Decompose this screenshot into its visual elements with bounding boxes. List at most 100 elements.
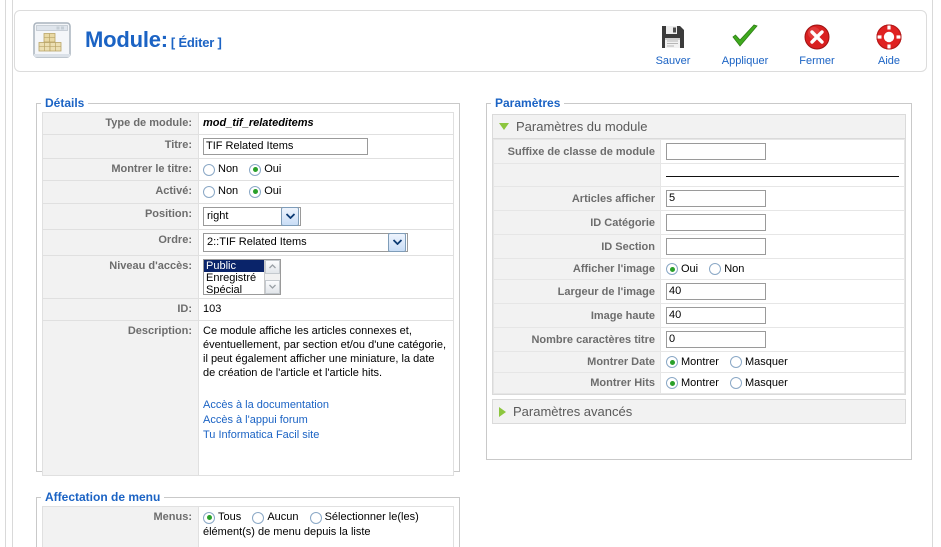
- section-id-input[interactable]: [666, 238, 766, 255]
- show-hits-label: Montrer Hits: [493, 372, 661, 394]
- save-button[interactable]: Sauver: [644, 17, 702, 67]
- articles-count-value: [660, 186, 905, 211]
- row-module-class-suffix: Suffixe de classe de module: [493, 139, 905, 164]
- show-hits-value: Montrer Masquer: [660, 372, 905, 394]
- row-access-level: Niveau d'accès: Public Enregistré Spécia…: [42, 254, 454, 299]
- access-level-scrollbar[interactable]: [264, 259, 280, 294]
- radio-circle-icon: [666, 263, 678, 276]
- row-separator: [493, 163, 905, 187]
- radio-circle-icon: [666, 377, 678, 390]
- menus-radio-aucun[interactable]: Aucun: [252, 510, 299, 525]
- description-label: Description:: [42, 319, 199, 476]
- page-title-subtitle: [ Éditer ]: [170, 35, 222, 50]
- access-option-special[interactable]: Spécial: [204, 284, 264, 294]
- show-hits-radio-montrer[interactable]: Montrer: [666, 377, 719, 390]
- apply-button-label: Appliquer: [721, 55, 769, 67]
- apply-button[interactable]: Appliquer: [716, 17, 774, 67]
- show-title-radio-oui[interactable]: Oui: [249, 162, 281, 177]
- section-id-label: ID Section: [493, 234, 661, 259]
- chevron-down-icon: [388, 232, 406, 252]
- image-height-input[interactable]: [666, 307, 766, 324]
- documentation-link[interactable]: Accès à la documentation: [203, 398, 449, 413]
- chevron-down-icon: [281, 206, 299, 226]
- row-image-width: Largeur de l'image: [493, 279, 905, 304]
- scroll-up-icon[interactable]: [265, 259, 280, 274]
- separator-label: [493, 163, 661, 187]
- title-input[interactable]: [203, 138, 368, 155]
- radio-circle-icon: [249, 163, 262, 176]
- show-hits-radio-masquer-label: Masquer: [744, 377, 788, 390]
- access-option-enregistre[interactable]: Enregistré: [204, 272, 264, 284]
- triangle-right-icon: [499, 406, 506, 417]
- show-image-radio-non-label: Non: [724, 263, 745, 276]
- horizontal-rule: [666, 176, 899, 177]
- id-value: 103: [198, 297, 454, 321]
- close-button-label: Fermer: [799, 55, 835, 67]
- enabled-radio-non[interactable]: Non: [203, 184, 238, 199]
- articles-count-input[interactable]: [666, 190, 766, 207]
- position-select[interactable]: right: [203, 206, 301, 226]
- module-parameters-pane: Paramètres du module Suffixe de classe d…: [492, 114, 906, 395]
- row-show-date: Montrer Date Montrer Masquer: [493, 351, 905, 373]
- image-width-input[interactable]: [666, 283, 766, 300]
- menu-assignment-panel: Affectation de menu Menus: Tous Aucun Sé…: [36, 490, 460, 547]
- triangle-down-icon: [499, 123, 509, 130]
- show-hits-radio-montrer-label: Montrer: [681, 377, 719, 390]
- title-char-count-input[interactable]: [666, 331, 766, 348]
- radio-circle-icon: [203, 185, 215, 198]
- row-module-type: Type de module: mod_tif_relateditems: [42, 112, 454, 135]
- lifebuoy-icon: [860, 21, 918, 53]
- access-option-public[interactable]: Public: [204, 259, 264, 272]
- separator-value: [660, 163, 905, 187]
- show-date-radio-masquer[interactable]: Masquer: [729, 356, 788, 369]
- show-image-radio-oui[interactable]: Oui: [666, 263, 698, 276]
- access-level-value: Public Enregistré Spécial: [198, 254, 454, 299]
- advanced-parameters-header[interactable]: Paramètres avancés: [493, 400, 905, 423]
- description-text: Ce module affiche les articles connexes …: [203, 324, 447, 379]
- title-value: [198, 134, 454, 159]
- module-class-suffix-value: [660, 139, 905, 164]
- radio-circle-icon: [309, 511, 322, 524]
- enabled-value: Non Oui: [198, 180, 454, 204]
- show-title-radio-non-label: Non: [218, 163, 239, 175]
- details-table: Type de module: mod_tif_relateditems Tit…: [42, 112, 454, 476]
- menus-radio-selectionner[interactable]: Sélectionner le(les): [309, 510, 419, 525]
- help-button[interactable]: Aide: [860, 17, 918, 67]
- enabled-radio-oui[interactable]: Oui: [249, 184, 281, 199]
- title-label: Titre:: [42, 134, 199, 159]
- category-id-input[interactable]: [666, 214, 766, 231]
- close-button[interactable]: Fermer: [788, 17, 846, 67]
- show-title-radio-non[interactable]: Non: [203, 162, 238, 177]
- menu-assignment-table: Menus: Tous Aucun Sélectionner le(les) é: [42, 506, 454, 547]
- module-type-text: mod_tif_relateditems: [203, 117, 314, 129]
- forum-support-link[interactable]: Accès à l'appui forum: [203, 413, 449, 428]
- menus-label: Menus:: [42, 506, 199, 547]
- show-date-radio-masquer-label: Masquer: [744, 356, 788, 369]
- access-level-listbox[interactable]: Public Enregistré Spécial: [203, 258, 281, 295]
- radio-circle-icon: [709, 263, 722, 276]
- order-label: Ordre:: [42, 228, 199, 256]
- image-height-value: [660, 303, 905, 328]
- radio-circle-icon: [666, 356, 678, 369]
- row-show-title: Montrer le titre: Non Oui: [42, 157, 454, 182]
- show-image-radio-non[interactable]: Non: [709, 263, 745, 276]
- red-x-circle-icon: [788, 21, 846, 53]
- show-title-radio-oui-label: Oui: [264, 163, 282, 175]
- module-boxes-icon: [31, 21, 73, 61]
- category-id-value: [660, 210, 905, 235]
- show-hits-radio-masquer[interactable]: Masquer: [729, 377, 788, 390]
- menus-radio-tous[interactable]: Tous: [203, 510, 241, 525]
- radio-circle-icon: [729, 377, 742, 390]
- module-class-suffix-input[interactable]: [666, 143, 766, 160]
- module-edit-page: Module:[ Éditer ] Sauver Appliquer Ferme…: [0, 0, 941, 547]
- scroll-down-icon[interactable]: [265, 279, 280, 294]
- position-select-value: right: [207, 209, 229, 222]
- show-date-radio-montrer[interactable]: Montrer: [666, 356, 719, 369]
- informatica-facil-link[interactable]: Tu Informatica Facil site: [203, 428, 449, 443]
- order-select[interactable]: 2::TIF Related Items: [203, 232, 408, 252]
- radio-circle-icon: [252, 511, 265, 524]
- show-date-value: Montrer Masquer: [660, 351, 905, 373]
- menu-assignment-legend: Affectation de menu: [45, 490, 161, 504]
- module-parameters-header[interactable]: Paramètres du module: [493, 115, 905, 139]
- access-level-options: Public Enregistré Spécial: [204, 259, 264, 294]
